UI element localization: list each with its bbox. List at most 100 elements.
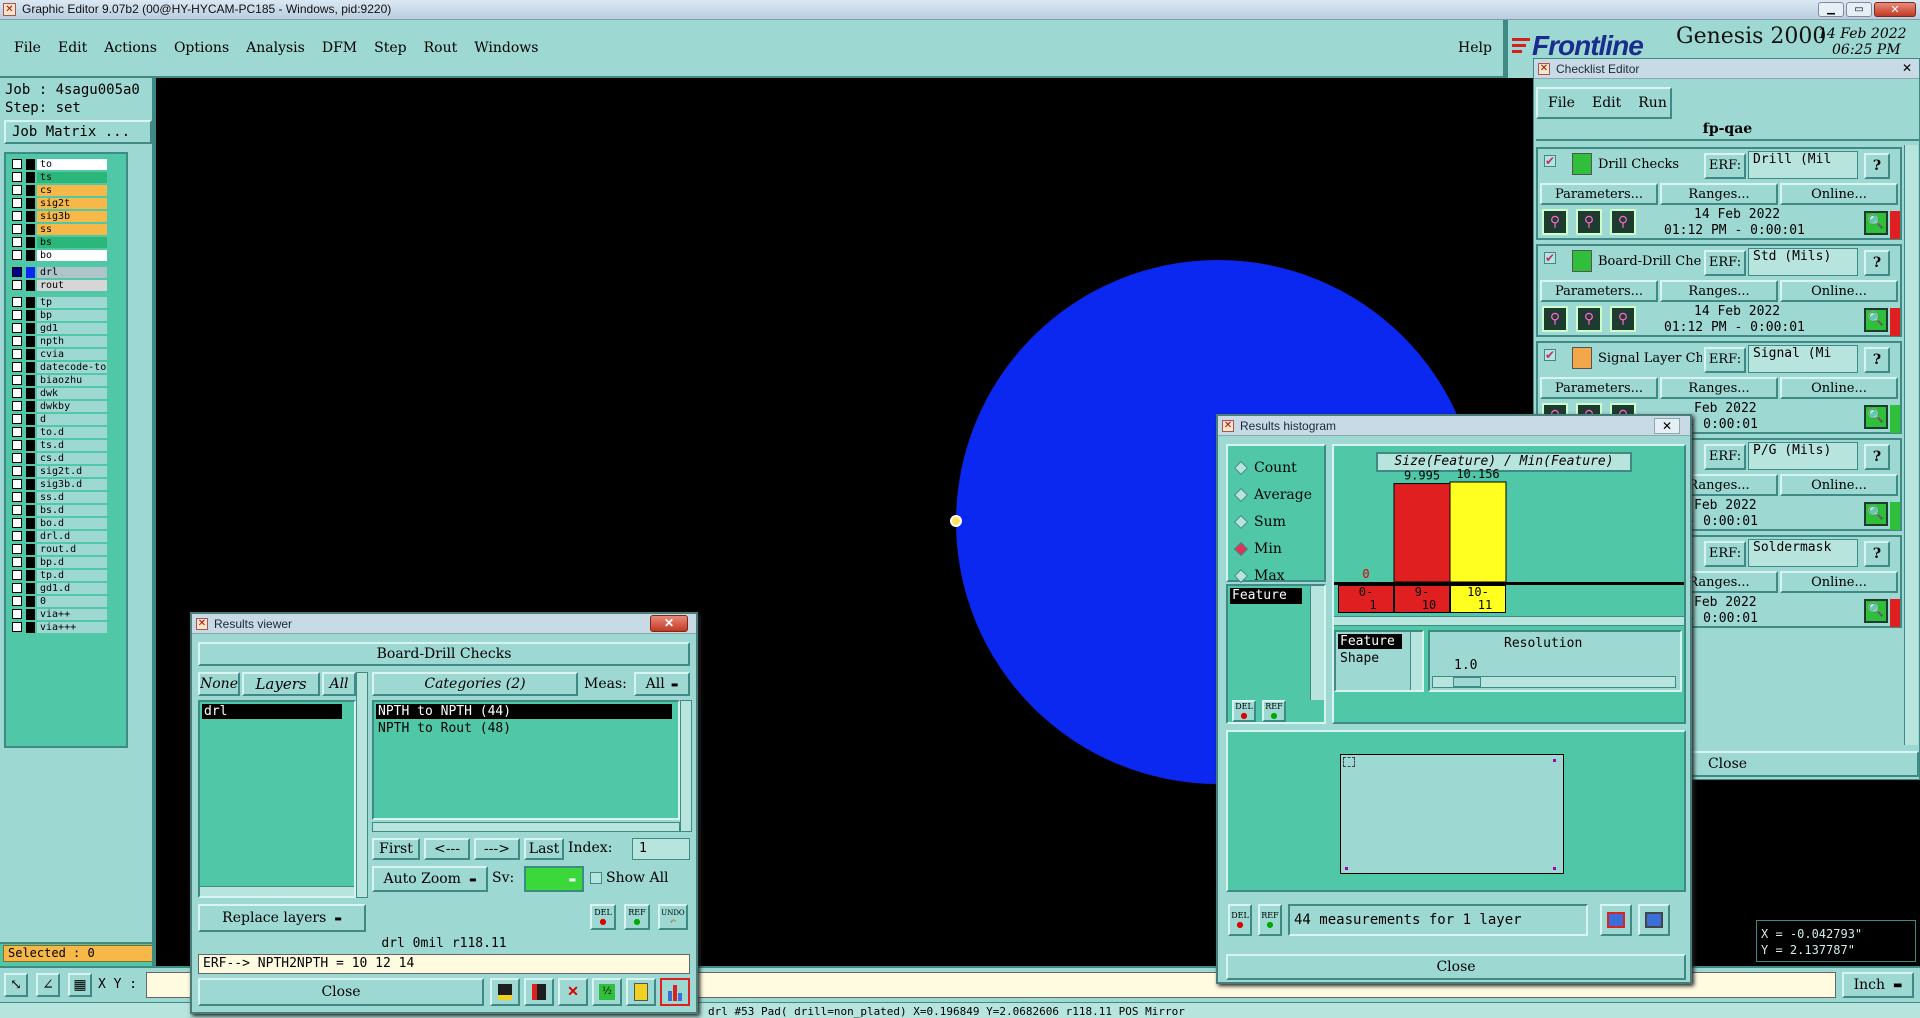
layer-row-sig3b[interactable]: sig3b	[12, 210, 107, 222]
run-icon[interactable]: ⚲	[1610, 306, 1636, 332]
layer-row-cvia[interactable]: cvia	[12, 348, 107, 360]
help-button[interactable]: ?	[1864, 444, 1890, 470]
zoom-results-icon[interactable]: 🔍	[1864, 211, 1888, 235]
auto-zoom-select[interactable]: Auto Zoom ▬	[372, 866, 488, 892]
layer-checkbox[interactable]	[12, 185, 22, 195]
menu-help[interactable]: Help	[1458, 40, 1492, 56]
online-button[interactable]: Online...	[1780, 474, 1898, 496]
layer-row-to-d[interactable]: to.d	[12, 426, 107, 438]
layer-checkbox[interactable]	[12, 375, 22, 385]
histogram-bin-label[interactable]: 0- 1	[1338, 585, 1394, 613]
histogram-view-icon[interactable]	[1600, 904, 1632, 936]
erf-value[interactable]: Std (Mils)	[1748, 248, 1858, 276]
layer-checkbox[interactable]	[12, 362, 22, 372]
layer-checkbox[interactable]	[12, 518, 22, 528]
layer-row-drl[interactable]: drl	[12, 266, 107, 278]
exclude-icon[interactable]: ✕	[558, 978, 588, 1006]
layer-checkbox[interactable]	[12, 323, 22, 333]
layer-row-tp-d[interactable]: tp.d	[12, 569, 107, 581]
all-button[interactable]: All	[322, 672, 356, 696]
draw-line-icon[interactable]: ⤡	[4, 973, 28, 997]
option-sum[interactable]: Sum	[1233, 508, 1324, 535]
layer-checkbox[interactable]	[12, 622, 22, 632]
erf-value[interactable]: Soldermask	[1748, 539, 1858, 567]
layer-checkbox[interactable]	[12, 492, 22, 502]
layer-row-cs-d[interactable]: cs.d	[12, 452, 107, 464]
layer-checkbox[interactable]	[12, 440, 22, 450]
checklist-item-name[interactable]: Board-Drill Che	[1598, 254, 1702, 269]
layer-checkbox[interactable]	[12, 531, 22, 541]
del-button[interactable]: DEL ●	[1232, 700, 1256, 722]
checklist-close-x[interactable]: ✕	[1899, 61, 1915, 75]
category-list-hscroll[interactable]	[372, 822, 680, 832]
layer-row-gd1[interactable]: gd1	[12, 322, 107, 334]
layer-checkbox[interactable]	[12, 159, 22, 169]
menu-edit[interactable]: Edit	[58, 40, 87, 56]
layer-checkbox[interactable]	[12, 250, 22, 260]
layer-checkbox[interactable]	[12, 583, 22, 593]
parameters-button[interactable]: Parameters...	[1540, 280, 1658, 302]
last-button[interactable]: Last	[524, 838, 564, 860]
run-icon[interactable]: ⚲	[1542, 306, 1568, 332]
help-button[interactable]: ?	[1864, 153, 1890, 179]
checklist-menu-edit[interactable]: Edit	[1592, 95, 1621, 111]
layer-row-biaozhu[interactable]: biaozhu	[12, 374, 107, 386]
checklist-item-checkbox[interactable]: ✔	[1544, 155, 1556, 167]
histogram-zoom-icon[interactable]	[1638, 904, 1670, 936]
layer-row-bs-d[interactable]: bs.d	[12, 504, 107, 516]
ranges-button[interactable]: Ranges...	[1660, 280, 1778, 302]
zoom-results-icon[interactable]: 🔍	[1864, 405, 1888, 429]
histogram-close-button[interactable]: Close	[1226, 954, 1686, 980]
histogram-icon[interactable]	[660, 978, 690, 1006]
ref-button[interactable]: REF ●	[1258, 904, 1282, 936]
layer-checkbox[interactable]	[12, 479, 22, 489]
layer-row-sig2t[interactable]: sig2t	[12, 197, 107, 209]
layer-checkbox[interactable]	[12, 388, 22, 398]
ref-button[interactable]: REF ●	[1262, 700, 1286, 722]
numbered-icon[interactable]: ½	[592, 978, 622, 1006]
menu-actions[interactable]: Actions	[104, 40, 157, 56]
meas-select[interactable]: All ▬	[634, 672, 690, 696]
layer-checkbox[interactable]	[12, 224, 22, 234]
layer-checkbox[interactable]	[12, 211, 22, 221]
layer-checkbox[interactable]	[12, 427, 22, 437]
layer-checkbox[interactable]	[12, 280, 22, 290]
category-item-npth-rout[interactable]: NPTH to Rout (48)	[376, 721, 676, 736]
checklist-item-checkbox[interactable]: ✔	[1544, 349, 1556, 361]
layer-row-bp[interactable]: bp	[12, 309, 107, 321]
category-list-vscroll[interactable]	[680, 700, 692, 832]
menu-rout[interactable]: Rout	[424, 40, 458, 56]
option-count[interactable]: Count	[1233, 454, 1324, 481]
layer-row-drl-d[interactable]: drl.d	[12, 530, 107, 542]
ranges-button[interactable]: Ranges...	[1660, 183, 1778, 205]
layer-checkbox[interactable]	[12, 349, 22, 359]
layer-checkbox[interactable]	[12, 336, 22, 346]
layer-checkbox[interactable]	[12, 557, 22, 567]
run-icon[interactable]: ⚲	[1576, 306, 1602, 332]
undo-button[interactable]: UNDO ↶	[658, 904, 688, 930]
checklist-item-name[interactable]: Drill Checks	[1598, 157, 1702, 172]
parameters-button[interactable]: Parameters...	[1540, 377, 1658, 399]
histogram-bin-label[interactable]: 10- 11	[1450, 585, 1506, 613]
layer-row-tp[interactable]: tp	[12, 296, 107, 308]
category-item-npth-npth[interactable]: NPTH to NPTH (44)	[376, 704, 672, 719]
layer-checkbox[interactable]	[12, 544, 22, 554]
zoom-results-icon[interactable]: 🔍	[1864, 308, 1888, 332]
help-button[interactable]: ?	[1864, 347, 1890, 373]
layer-row-sig2t-d[interactable]: sig2t.d	[12, 465, 107, 477]
layer-row-bp-d[interactable]: bp.d	[12, 556, 107, 568]
layer-checkbox[interactable]	[12, 414, 22, 424]
layer-list-vscroll[interactable]	[356, 672, 368, 898]
layer-row-ss-d[interactable]: ss.d	[12, 491, 107, 503]
snap-grid-icon[interactable]: ▦	[68, 973, 92, 997]
layer-checkbox[interactable]	[12, 172, 22, 182]
layer-checkbox[interactable]	[12, 310, 22, 320]
checklist-scrollbar[interactable]	[1904, 145, 1918, 745]
online-button[interactable]: Online...	[1780, 280, 1898, 302]
layer-checkbox[interactable]	[12, 453, 22, 463]
first-button[interactable]: First	[372, 838, 420, 860]
layer-row-gd1-d[interactable]: gd1.d	[12, 582, 107, 594]
layer-row-d[interactable]: d	[12, 413, 107, 425]
zoom-results-icon[interactable]: 🔍	[1864, 599, 1888, 623]
menu-analysis[interactable]: Analysis	[246, 40, 305, 56]
